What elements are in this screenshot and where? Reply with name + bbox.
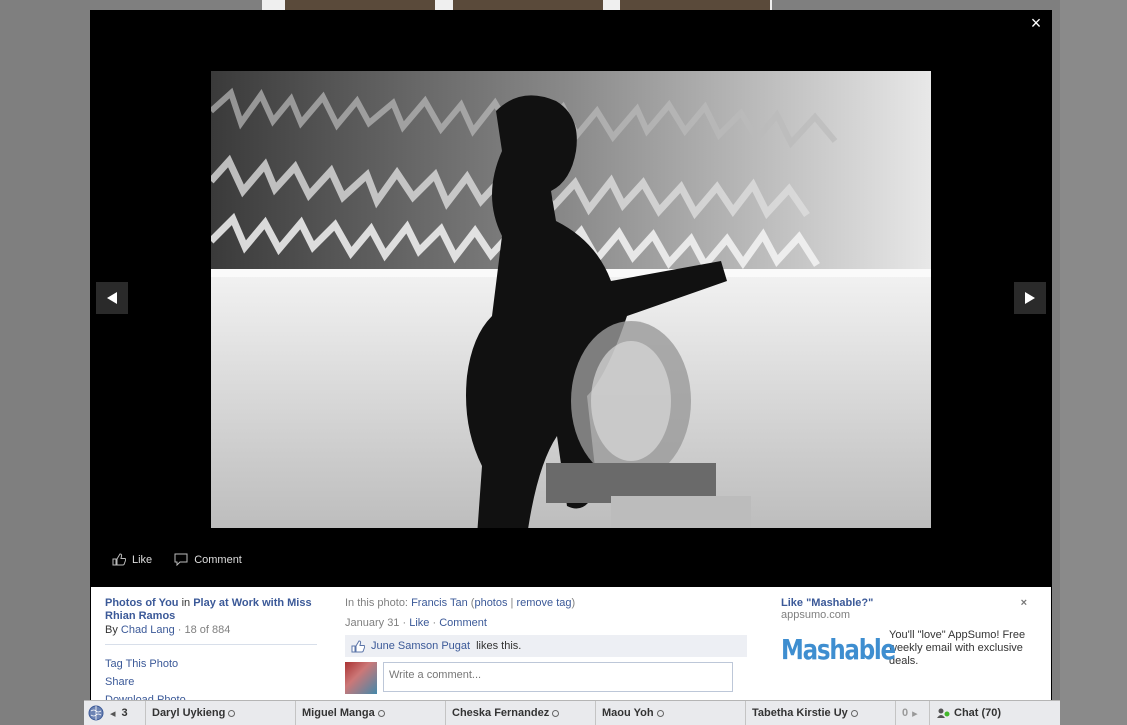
photo-theater: × Like Comment Photos of You in Play at … — [90, 10, 1052, 700]
offline-status-icon — [228, 709, 236, 717]
offline-status-icon — [850, 709, 858, 717]
chat-tab-name: Tabetha Kirstie Uy — [752, 707, 848, 719]
chat-tab-name: Cheska Fernandez — [452, 707, 550, 719]
meta-comment-link[interactable]: Comment — [439, 617, 487, 629]
offline-status-icon — [656, 709, 664, 717]
arrow-right-icon — [1025, 292, 1035, 304]
ad-title-link[interactable]: Like "Mashable?" — [781, 597, 873, 609]
chat-label: Chat (70) — [954, 707, 1002, 719]
tagged-photos-link[interactable]: photos — [474, 597, 507, 609]
offline-status-icon — [552, 709, 560, 717]
comment-bubble-icon — [174, 553, 188, 566]
background-thumbnail — [453, 0, 603, 10]
chat-tab[interactable]: Maou Yoh — [596, 700, 746, 725]
offline-status-icon — [377, 709, 385, 717]
like-photo-button[interactable]: Like — [112, 553, 152, 566]
photos-of-you-link[interactable]: Photos of You — [105, 597, 179, 609]
arrow-left-icon — [107, 292, 117, 304]
like-label: Like — [132, 553, 153, 566]
photo-feedback: In this photo: Francis Tan (photos | rem… — [345, 597, 747, 694]
page-scroll-gutter — [1060, 0, 1127, 725]
chat-tab[interactable]: Tabetha Kirstie Uy — [746, 700, 896, 725]
likes-suffix: likes this. — [476, 640, 522, 652]
main-photo[interactable] — [211, 71, 931, 528]
photo-options: Tag This Photo Share Download Photo — [105, 655, 317, 700]
ad-url: appsumo.com — [781, 609, 851, 621]
chat-tab-name: Daryl Uykieng — [152, 707, 226, 719]
photo-position: · 18 of 884 — [177, 624, 231, 636]
liker-link[interactable]: June Samson Pugat — [371, 640, 470, 652]
chat-tab[interactable]: Daryl Uykieng — [146, 700, 296, 725]
close-ad-button[interactable]: × — [1021, 597, 1027, 609]
chat-tab-name: Maou Yoh — [602, 707, 654, 719]
in-this-photo-label: In this photo: — [345, 597, 408, 609]
chat-tab[interactable]: Miguel Manga — [296, 700, 446, 725]
remove-tag-link[interactable]: remove tag — [516, 597, 571, 609]
sponsored-ad: Like "Mashable?" × appsumo.com Mashable … — [781, 597, 1031, 669]
by-label: By — [105, 624, 118, 636]
author-link[interactable]: Chad Lang — [121, 624, 175, 636]
download-photo-link[interactable]: Download Photo — [105, 691, 317, 700]
tagged-person-link[interactable]: Francis Tan — [411, 597, 468, 609]
likes-summary: June Samson Pugat likes this. — [345, 635, 747, 657]
thumbs-up-icon — [351, 639, 365, 652]
ad-body: Mashable You'll "love" AppSumo! Free wee… — [781, 629, 1031, 669]
next-photo-button[interactable] — [1014, 282, 1046, 314]
album-title: Photos of You in Play at Work with Miss … — [105, 597, 317, 623]
chat-tabs-count: 3 — [121, 707, 128, 719]
mashable-logo[interactable]: Mashable — [781, 629, 896, 669]
photo-meta: January 31 · Like · Comment — [345, 617, 487, 629]
photo-actions: Like Comment — [112, 553, 242, 566]
photo-image — [211, 71, 931, 528]
ad-text: You'll "love" AppSumo! Free weekly email… — [889, 629, 1026, 667]
globe-icon — [88, 705, 104, 721]
avatar — [345, 662, 377, 694]
comment-input[interactable]: Write a comment... — [383, 662, 733, 692]
album-in-text: in — [181, 597, 191, 609]
previous-photo-button[interactable] — [96, 282, 128, 314]
comment-photo-button[interactable]: Comment — [174, 553, 242, 566]
thumbs-up-icon — [112, 553, 126, 566]
chat-toggle-button[interactable]: Chat (70) — [930, 701, 1060, 725]
online-friends-icon — [937, 708, 950, 718]
album-info: Photos of You in Play at Work with Miss … — [105, 597, 317, 700]
in-this-photo: In this photo: Francis Tan (photos | rem… — [345, 597, 576, 609]
share-link[interactable]: Share — [105, 673, 317, 691]
photo-info-panel: Photos of You in Play at Work with Miss … — [91, 587, 1051, 700]
chat-tab-name: Miguel Manga — [302, 707, 375, 719]
overflow-count: 0 — [902, 707, 909, 719]
meta-like-link[interactable]: Like — [409, 617, 429, 629]
comment-label: Comment — [194, 553, 242, 566]
album-byline: By Chad Lang · 18 of 884 — [105, 624, 317, 636]
comment-composer: Write a comment... — [345, 662, 747, 694]
chat-tab[interactable]: Cheska Fernandez — [446, 700, 596, 725]
chat-bar: ◂ 3 Daryl Uykieng Miguel Manga Cheska Fe… — [84, 700, 1060, 725]
divider — [105, 644, 317, 645]
background-thumbnail — [285, 0, 435, 10]
tag-photo-link[interactable]: Tag This Photo — [105, 655, 317, 673]
chat-overflow-toggle[interactable]: 0 ▸ — [896, 700, 930, 725]
background-thumbnail — [620, 0, 770, 10]
photo-date: January 31 — [345, 617, 400, 629]
buddy-list-toggle[interactable]: ◂ 3 — [84, 700, 146, 725]
close-theater-button[interactable]: × — [1026, 14, 1046, 34]
